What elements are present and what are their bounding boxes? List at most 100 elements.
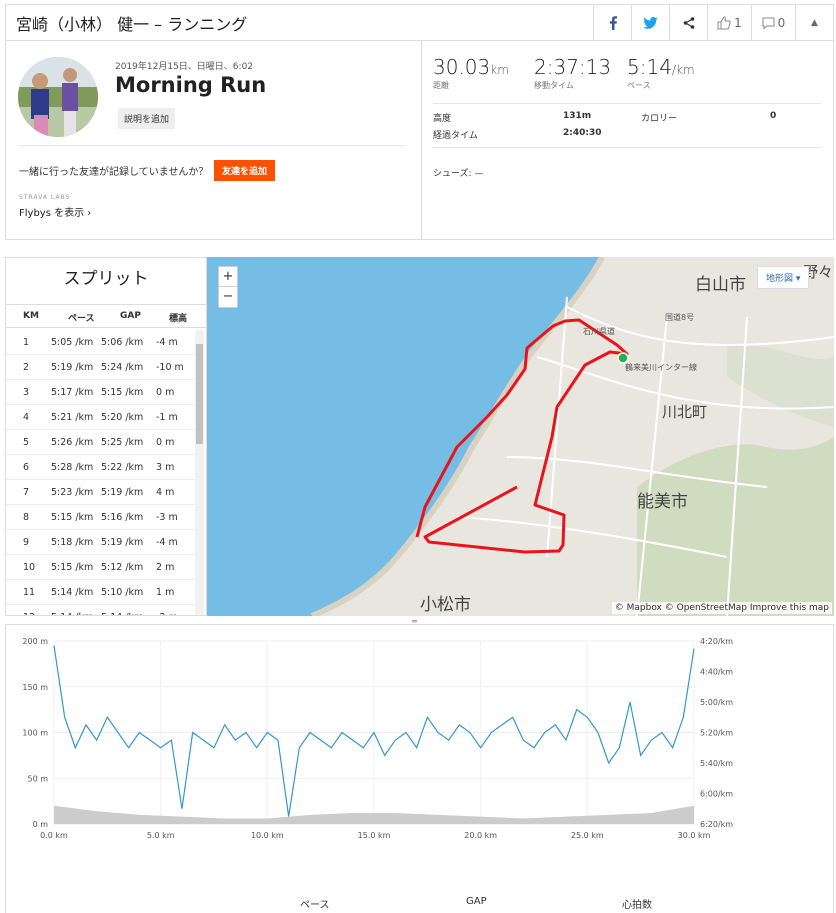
scrollbar-thumb[interactable] <box>196 344 203 444</box>
zoom-controls: + − <box>218 266 238 308</box>
tab-heartrate[interactable]: 心拍数 <box>622 896 652 911</box>
col-elevation: 標高 <box>169 314 188 324</box>
map-label: 石川県道 <box>583 326 615 336</box>
splits-header: KM ペース GAP 標高 <box>6 304 206 328</box>
split-km: 6 <box>23 462 30 473</box>
activity-name: Morning Run <box>115 73 267 97</box>
pace-value: 5:14 <box>627 55 672 79</box>
split-gap: 5:06 /km <box>101 337 144 348</box>
split-elevation: 3 m <box>156 462 175 473</box>
table-row[interactable]: 4 5:21 /km 5:20 /km -1 m <box>6 405 196 430</box>
comment-count: 0 <box>777 15 786 30</box>
y-tick-label: 150 m <box>22 683 48 692</box>
col-gap: GAP <box>120 311 141 321</box>
chart-canvas[interactable]: 200 m 150 m 100 m 50 m 0 m 4:20/km 4:40/km 5:00… <box>6 625 833 865</box>
zoom-out-button[interactable]: − <box>219 287 237 307</box>
table-row[interactable]: 12 5:14 /km 5:14 /km -2 m <box>6 605 196 615</box>
split-pace: 5:21 /km <box>51 412 94 423</box>
x-tick-label: 10.0 km <box>251 831 284 840</box>
table-row[interactable]: 8 5:15 /km 5:16 /km -3 m <box>6 505 196 530</box>
elapsed-time-label: 経過タイム <box>433 131 478 141</box>
split-pace: 5:05 /km <box>51 337 94 348</box>
split-km: 2 <box>23 362 30 373</box>
collapse-button[interactable]: ▲ <box>795 5 833 40</box>
x-tick-label: 15.0 km <box>358 831 391 840</box>
comments-button[interactable]: 0 <box>751 5 795 40</box>
table-row[interactable]: 10 5:15 /km 5:12 /km 2 m <box>6 555 196 580</box>
flybys-link[interactable]: Flybys を表示 › <box>19 204 91 219</box>
facebook-icon <box>609 15 617 30</box>
start-marker <box>617 352 629 364</box>
twitter-share-button[interactable] <box>631 5 669 40</box>
table-row[interactable]: 7 5:23 /km 5:19 /km 4 m <box>6 480 196 505</box>
splits-panel: スプリット KM ペース GAP 標高 1 5:05 /km 5:06 /km -4 … <box>5 257 207 616</box>
stat-moving-time: 2:37:13 移動タイム <box>534 55 611 91</box>
split-km: 9 <box>23 537 30 548</box>
split-elevation: -4 m <box>156 537 178 548</box>
share-button[interactable] <box>669 5 707 40</box>
split-km: 5 <box>23 437 30 448</box>
split-km: 3 <box>23 387 30 398</box>
split-km: 11 <box>23 587 36 598</box>
split-gap: 5:25 /km <box>101 437 144 448</box>
map-label: 国道8号 <box>665 312 694 322</box>
divider <box>18 145 406 146</box>
y2-tick-label: 4:40/km <box>700 668 733 677</box>
x-tick-label: 30.0 km <box>678 831 711 840</box>
table-row[interactable]: 1 5:05 /km 5:06 /km -4 m <box>6 330 196 355</box>
stat-distance: 30.03km 距離 <box>433 55 509 91</box>
calories-value: 0 <box>770 111 777 121</box>
activity-summary: 2019年12月15日、日曜日、6:02 Morning Run 説明を追加 一… <box>5 40 834 240</box>
split-km: 4 <box>23 412 30 423</box>
table-row[interactable]: 3 5:17 /km 5:15 /km 0 m <box>6 380 196 405</box>
pace-elevation-chart: 200 m 150 m 100 m 50 m 0 m 4:20/km 4:40/km 5:00… <box>5 624 834 913</box>
terrain-dropdown[interactable]: 地形図 ▾ <box>757 266 810 289</box>
map-attribution[interactable]: © Mapbox © OpenStreetMap Improve this ma… <box>611 602 832 614</box>
map-label: 鶴来美川インター線 <box>625 362 697 372</box>
splits-title: スプリット <box>63 269 149 289</box>
map-label: 川北町 <box>662 403 707 421</box>
y2-tick-label: 5:20/km <box>700 729 733 738</box>
table-row[interactable]: 9 5:18 /km 5:19 /km -4 m <box>6 530 196 555</box>
split-pace: 5:28 /km <box>51 462 94 473</box>
y2-tick-label: 5:40/km <box>700 759 733 768</box>
split-elevation: -10 m <box>156 362 184 373</box>
split-gap: 5:19 /km <box>101 537 144 548</box>
split-km: 8 <box>23 512 30 523</box>
splits-scrollbar[interactable] <box>195 330 204 615</box>
split-pace: 5:14 /km <box>51 587 94 598</box>
x-tick-label: 0.0 km <box>40 831 68 840</box>
split-elevation: -1 m <box>156 412 178 423</box>
tab-gap[interactable]: GAP <box>466 896 487 907</box>
y2-tick-label: 5:00/km <box>700 698 733 707</box>
split-elevation: -4 m <box>156 337 178 348</box>
shoes-info: シューズ: — <box>433 169 484 179</box>
y2-tick-label: 4:20/km <box>700 637 733 646</box>
split-gap: 5:14 /km <box>101 612 143 615</box>
avatar[interactable] <box>18 57 98 137</box>
tab-pace[interactable]: ペース <box>300 896 330 911</box>
zoom-in-button[interactable]: + <box>219 267 237 287</box>
table-row[interactable]: 5 5:26 /km 5:25 /km 0 m <box>6 430 196 455</box>
twitter-icon <box>643 16 658 29</box>
split-gap: 5:16 /km <box>101 512 144 523</box>
calories-label: カロリー <box>641 114 678 124</box>
table-row[interactable]: 2 5:19 /km 5:24 /km -10 m <box>6 355 196 380</box>
add-description-button[interactable]: 説明を追加 <box>118 108 176 129</box>
col-pace: ペース <box>68 314 95 324</box>
route-map[interactable]: 白山市 川北町 能美市 小松市 野々市 石川県道 鶴来美川インター線 国道8号 … <box>207 257 834 616</box>
pace-label: ペース <box>627 81 651 90</box>
divider <box>433 147 821 148</box>
table-row[interactable]: 6 5:28 /km 5:22 /km 3 m <box>6 455 196 480</box>
facebook-share-button[interactable] <box>593 5 631 40</box>
map-canvas[interactable]: 白山市 川北町 能美市 小松市 野々市 石川県道 鶴来美川インター線 国道8号 <box>207 257 834 616</box>
kudos-button[interactable]: 1 <box>707 5 751 40</box>
table-row[interactable]: 11 5:14 /km 5:10 /km 1 m <box>6 580 196 605</box>
elevation-label: 高度 <box>433 114 452 124</box>
y-tick-label: 200 m <box>22 637 48 646</box>
moving-time-label: 移動タイム <box>534 81 574 90</box>
add-friends-button[interactable]: 友達を追加 <box>214 160 276 181</box>
activity-stats: 30.03km 距離 2:37:13 移動タイム 5:14/km ペース 高度 … <box>423 41 833 239</box>
pace-unit: /km <box>671 63 695 77</box>
split-km: 7 <box>23 487 30 498</box>
